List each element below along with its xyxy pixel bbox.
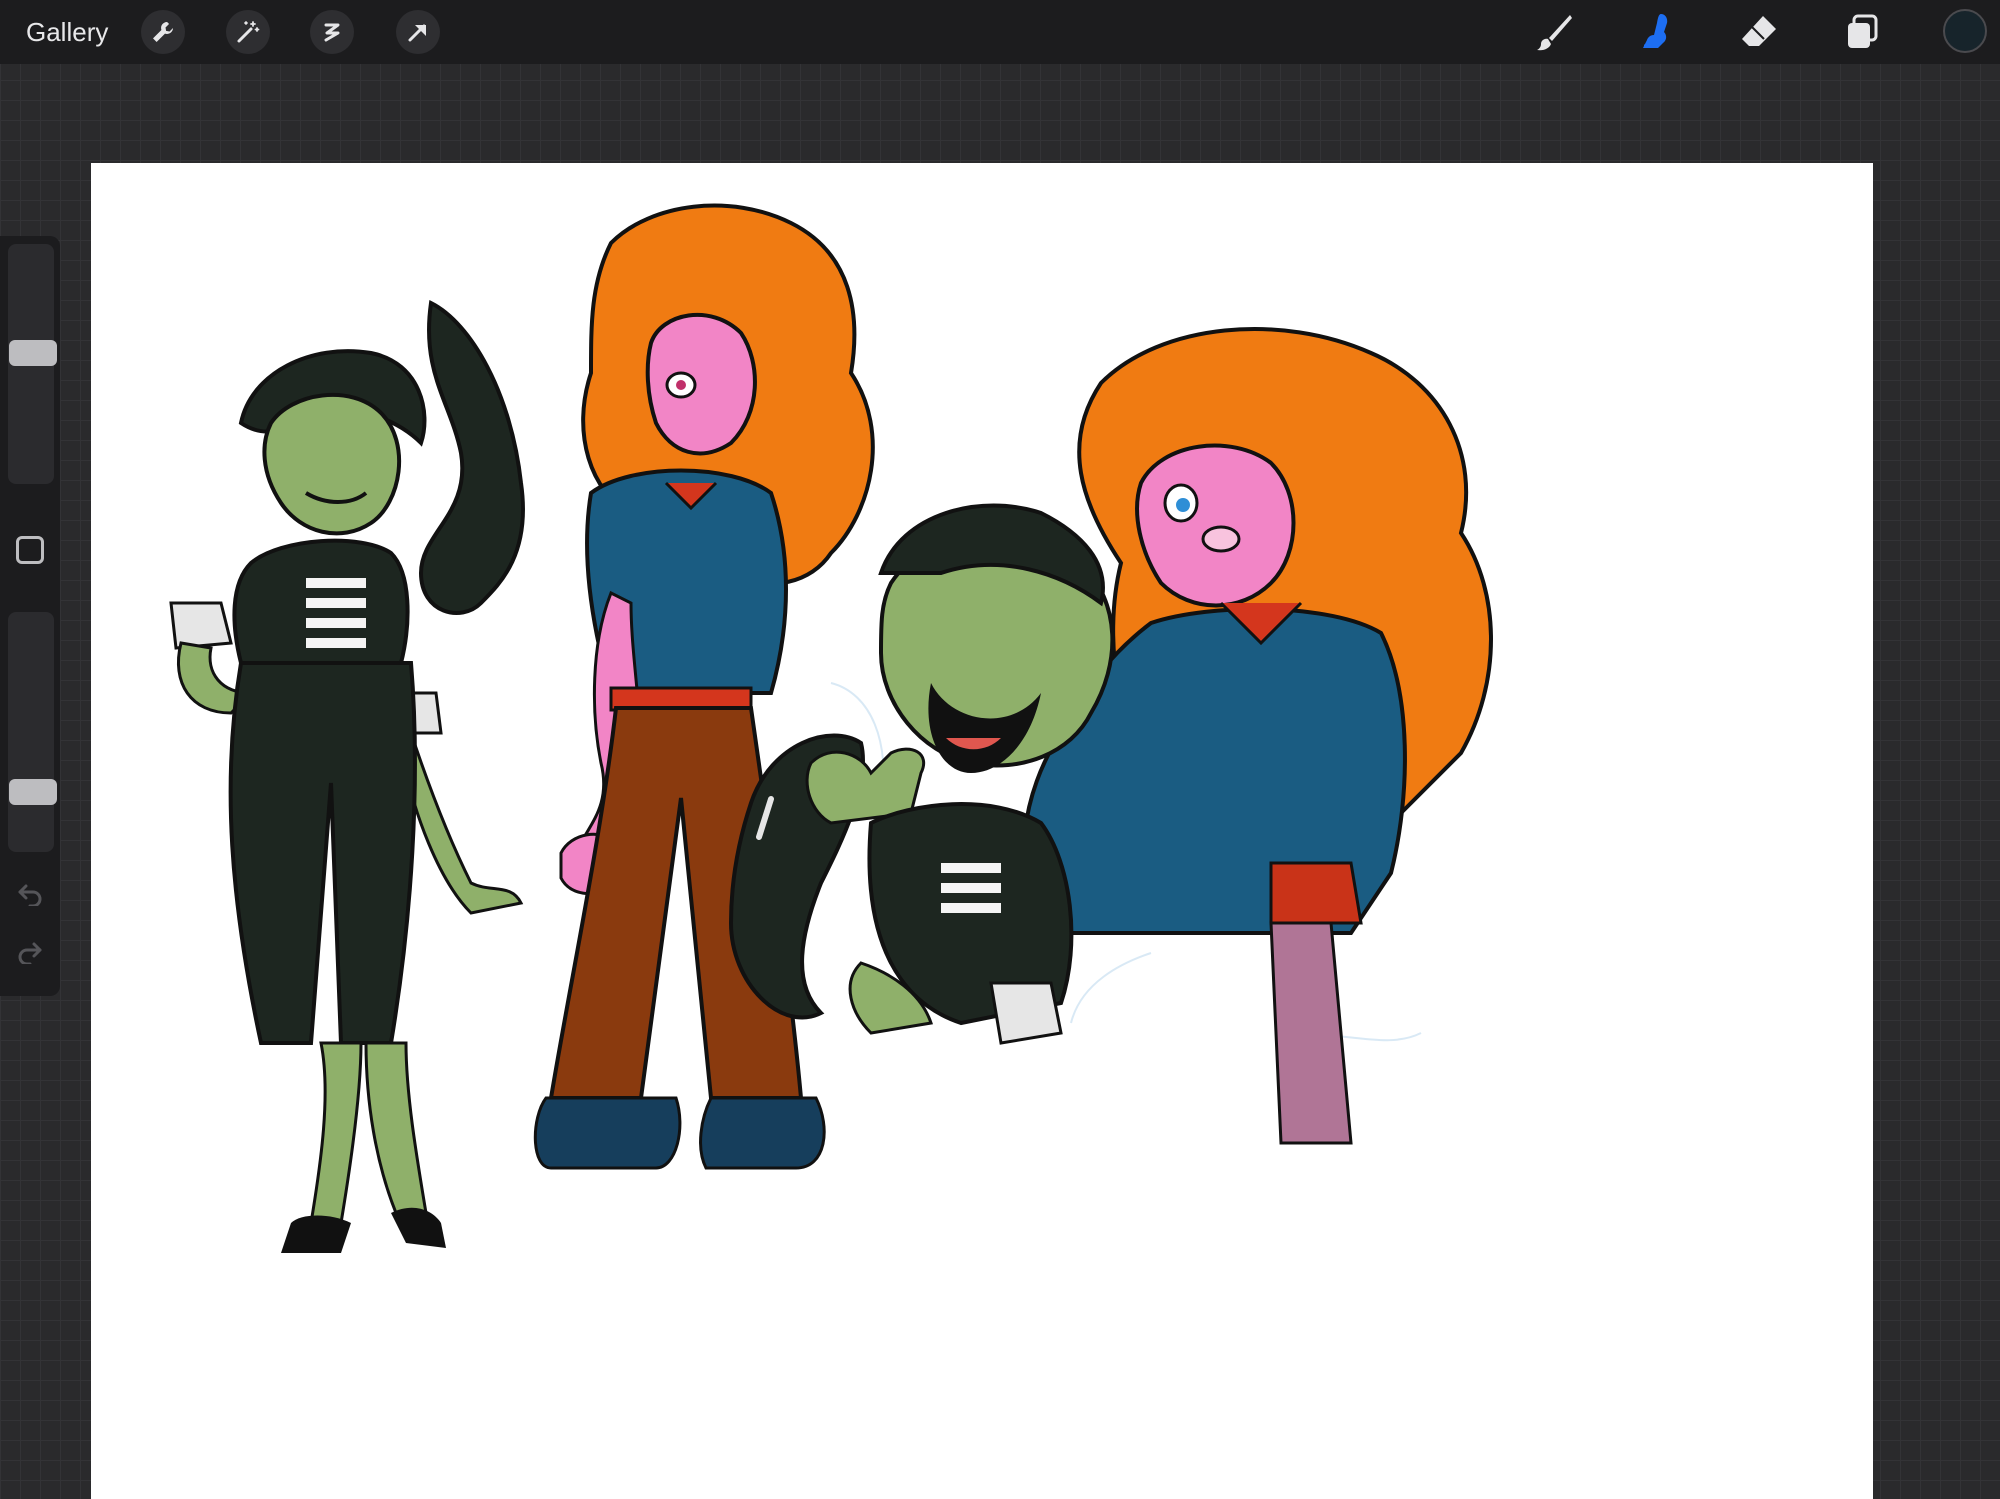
brush-size-slider[interactable] bbox=[8, 244, 57, 484]
adjustments-button[interactable] bbox=[226, 10, 270, 54]
eraser-tool-button[interactable] bbox=[1735, 8, 1783, 56]
selection-icon bbox=[319, 19, 345, 45]
magic-wand-icon bbox=[235, 19, 261, 45]
brush-size-slider-thumb[interactable] bbox=[9, 340, 57, 366]
redo-icon bbox=[16, 940, 44, 964]
brush-tool-button[interactable] bbox=[1530, 8, 1578, 56]
selection-button[interactable] bbox=[310, 10, 354, 54]
eraser-icon bbox=[1737, 10, 1781, 54]
modify-button[interactable] bbox=[16, 536, 44, 564]
top-toolbar: Gallery bbox=[0, 0, 2000, 64]
opacity-slider[interactable] bbox=[8, 612, 57, 852]
left-sidebar bbox=[0, 236, 60, 996]
smudge-tool-button[interactable] bbox=[1632, 8, 1680, 56]
brush-icon bbox=[1532, 10, 1576, 54]
color-picker-button[interactable] bbox=[1943, 9, 1987, 53]
redo-button[interactable] bbox=[12, 934, 48, 970]
artwork-illustration bbox=[169, 203, 1493, 1253]
character-redhead-standing bbox=[533, 203, 875, 1170]
character-green-girl-standing bbox=[169, 299, 525, 1253]
character-redhead-hugging bbox=[1021, 327, 1493, 1145]
smudge-icon bbox=[1634, 10, 1678, 54]
transform-arrow-icon bbox=[405, 19, 431, 45]
layers-button[interactable] bbox=[1838, 8, 1886, 56]
undo-button[interactable] bbox=[12, 876, 48, 912]
transform-button[interactable] bbox=[396, 10, 440, 54]
opacity-slider-thumb[interactable] bbox=[9, 779, 57, 805]
wrench-icon bbox=[150, 19, 176, 45]
undo-icon bbox=[16, 882, 44, 906]
actions-button[interactable] bbox=[141, 10, 185, 54]
drawing-canvas[interactable] bbox=[91, 163, 1873, 1499]
layers-icon bbox=[1840, 10, 1884, 54]
gallery-button[interactable]: Gallery bbox=[26, 14, 108, 50]
